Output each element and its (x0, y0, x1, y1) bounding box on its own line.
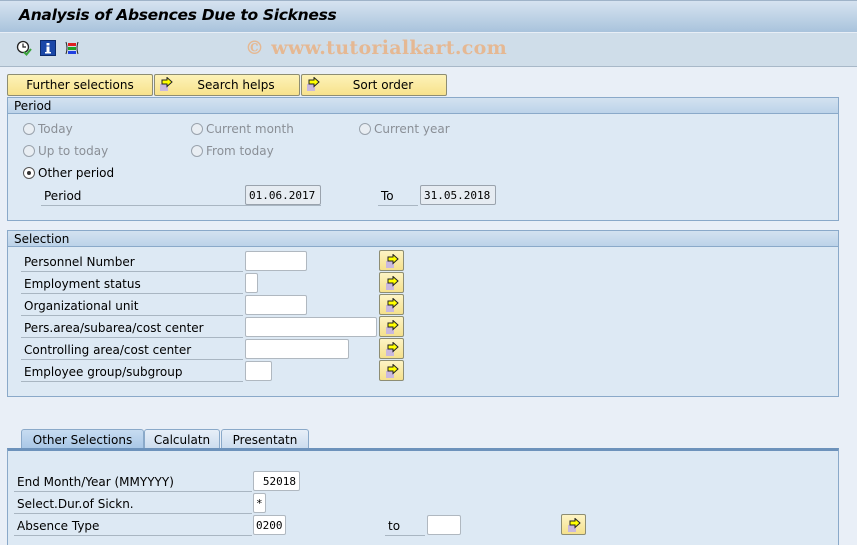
radio-circle (23, 145, 35, 157)
absence-type-label: Absence Type (14, 516, 252, 536)
pers-area-label: Pers.area/subarea/cost center (21, 318, 243, 338)
controlling-area-label: Controlling area/cost center (21, 340, 243, 360)
radio-current-year[interactable]: Current year (359, 122, 499, 138)
tab-presentatn[interactable]: Presentatn (221, 429, 309, 449)
absence-type-from-input[interactable] (253, 515, 286, 535)
pers-area-input[interactable] (245, 317, 377, 337)
radio-current-year-label: Current year (374, 122, 450, 136)
period-to-field[interactable] (420, 185, 496, 205)
end-month-year-input[interactable] (253, 471, 300, 491)
personnel-number-multiple-selection-button[interactable] (379, 250, 404, 271)
radio-circle (191, 145, 203, 157)
absence-type-to-input[interactable] (427, 515, 461, 535)
radio-from-today[interactable]: From today (191, 144, 331, 160)
selection-group-header: Selection (8, 231, 838, 247)
tab-calculatn-label: Calculatn (153, 433, 211, 447)
watermark-text: © www.tutorialkart.com (245, 37, 508, 59)
arrow-right-icon (386, 276, 399, 290)
period-group-title: Period (14, 99, 52, 113)
employee-group-input[interactable] (245, 361, 272, 381)
arrow-right-icon (386, 320, 399, 334)
tab-other-selections[interactable]: Other Selections (21, 429, 144, 449)
radio-up-to-today-label: Up to today (38, 144, 109, 158)
arrow-right-icon (386, 254, 399, 268)
search-helps-label: Search helps (197, 78, 275, 92)
period-to-label: To (378, 186, 418, 206)
period-from-field[interactable] (245, 185, 321, 205)
search-helps-button[interactable]: Search helps (154, 74, 300, 96)
arrow-right-icon (386, 298, 399, 312)
pers-area-multiple-selection-button[interactable] (379, 316, 404, 337)
absence-type-multiple-selection-button[interactable] (561, 514, 586, 535)
radio-today-label: Today (38, 122, 73, 136)
radio-other-period[interactable]: Other period (23, 166, 143, 182)
personnel-number-label: Personnel Number (21, 252, 243, 272)
sort-order-button[interactable]: Sort order (301, 74, 447, 96)
period-group-header: Period (8, 98, 838, 114)
selection-group-title: Selection (14, 232, 70, 246)
absence-type-to-label: to (385, 516, 425, 536)
application-toolbar: © www.tutorialkart.com (0, 33, 857, 67)
page-title: Analysis of Absences Due to Sickness (19, 6, 337, 24)
radio-up-to-today[interactable]: Up to today (23, 144, 143, 160)
controlling-area-input[interactable] (245, 339, 349, 359)
organizational-unit-multiple-selection-button[interactable] (379, 294, 404, 315)
radio-other-period-label: Other period (38, 166, 115, 180)
radio-circle (23, 123, 35, 135)
tab-presentatn-label: Presentatn (232, 433, 298, 447)
info-icon[interactable] (40, 40, 56, 56)
tab-other-selections-label: Other Selections (32, 433, 133, 447)
end-month-year-label: End Month/Year (MMYYYY) (14, 472, 252, 492)
radio-today[interactable]: Today (23, 122, 143, 138)
organizational-unit-label: Organizational unit (21, 296, 243, 316)
arrow-right-icon (386, 364, 399, 378)
employment-status-multiple-selection-button[interactable] (379, 272, 404, 293)
employee-group-multiple-selection-button[interactable] (379, 360, 404, 381)
further-selections-button[interactable]: Further selections (7, 74, 153, 96)
controlling-area-multiple-selection-button[interactable] (379, 338, 404, 359)
employee-group-label: Employee group/subgroup (21, 362, 243, 382)
personnel-number-input[interactable] (245, 251, 307, 271)
radio-from-today-label: From today (206, 144, 274, 158)
title-bar: Analysis of Absences Due to Sickness (0, 0, 857, 33)
radio-circle (191, 123, 203, 135)
radio-circle-selected (23, 167, 35, 179)
selection-options-icon[interactable] (64, 40, 80, 56)
employment-status-input[interactable] (245, 273, 258, 293)
radio-current-month[interactable]: Current month (191, 122, 331, 138)
execute-clock-icon[interactable] (16, 40, 32, 56)
tab-calculatn[interactable]: Calculatn (144, 429, 220, 449)
radio-circle (359, 123, 371, 135)
sort-order-label: Sort order (352, 78, 414, 92)
arrow-right-icon (568, 518, 581, 532)
organizational-unit-input[interactable] (245, 295, 307, 315)
further-selections-label: Further selections (26, 78, 134, 92)
duration-sickness-input[interactable] (253, 493, 266, 513)
employment-status-label: Employment status (21, 274, 243, 294)
duration-sickness-label: Select.Dur.of Sickn. (14, 494, 252, 514)
radio-current-month-label: Current month (206, 122, 294, 136)
arrow-right-icon (386, 342, 399, 356)
